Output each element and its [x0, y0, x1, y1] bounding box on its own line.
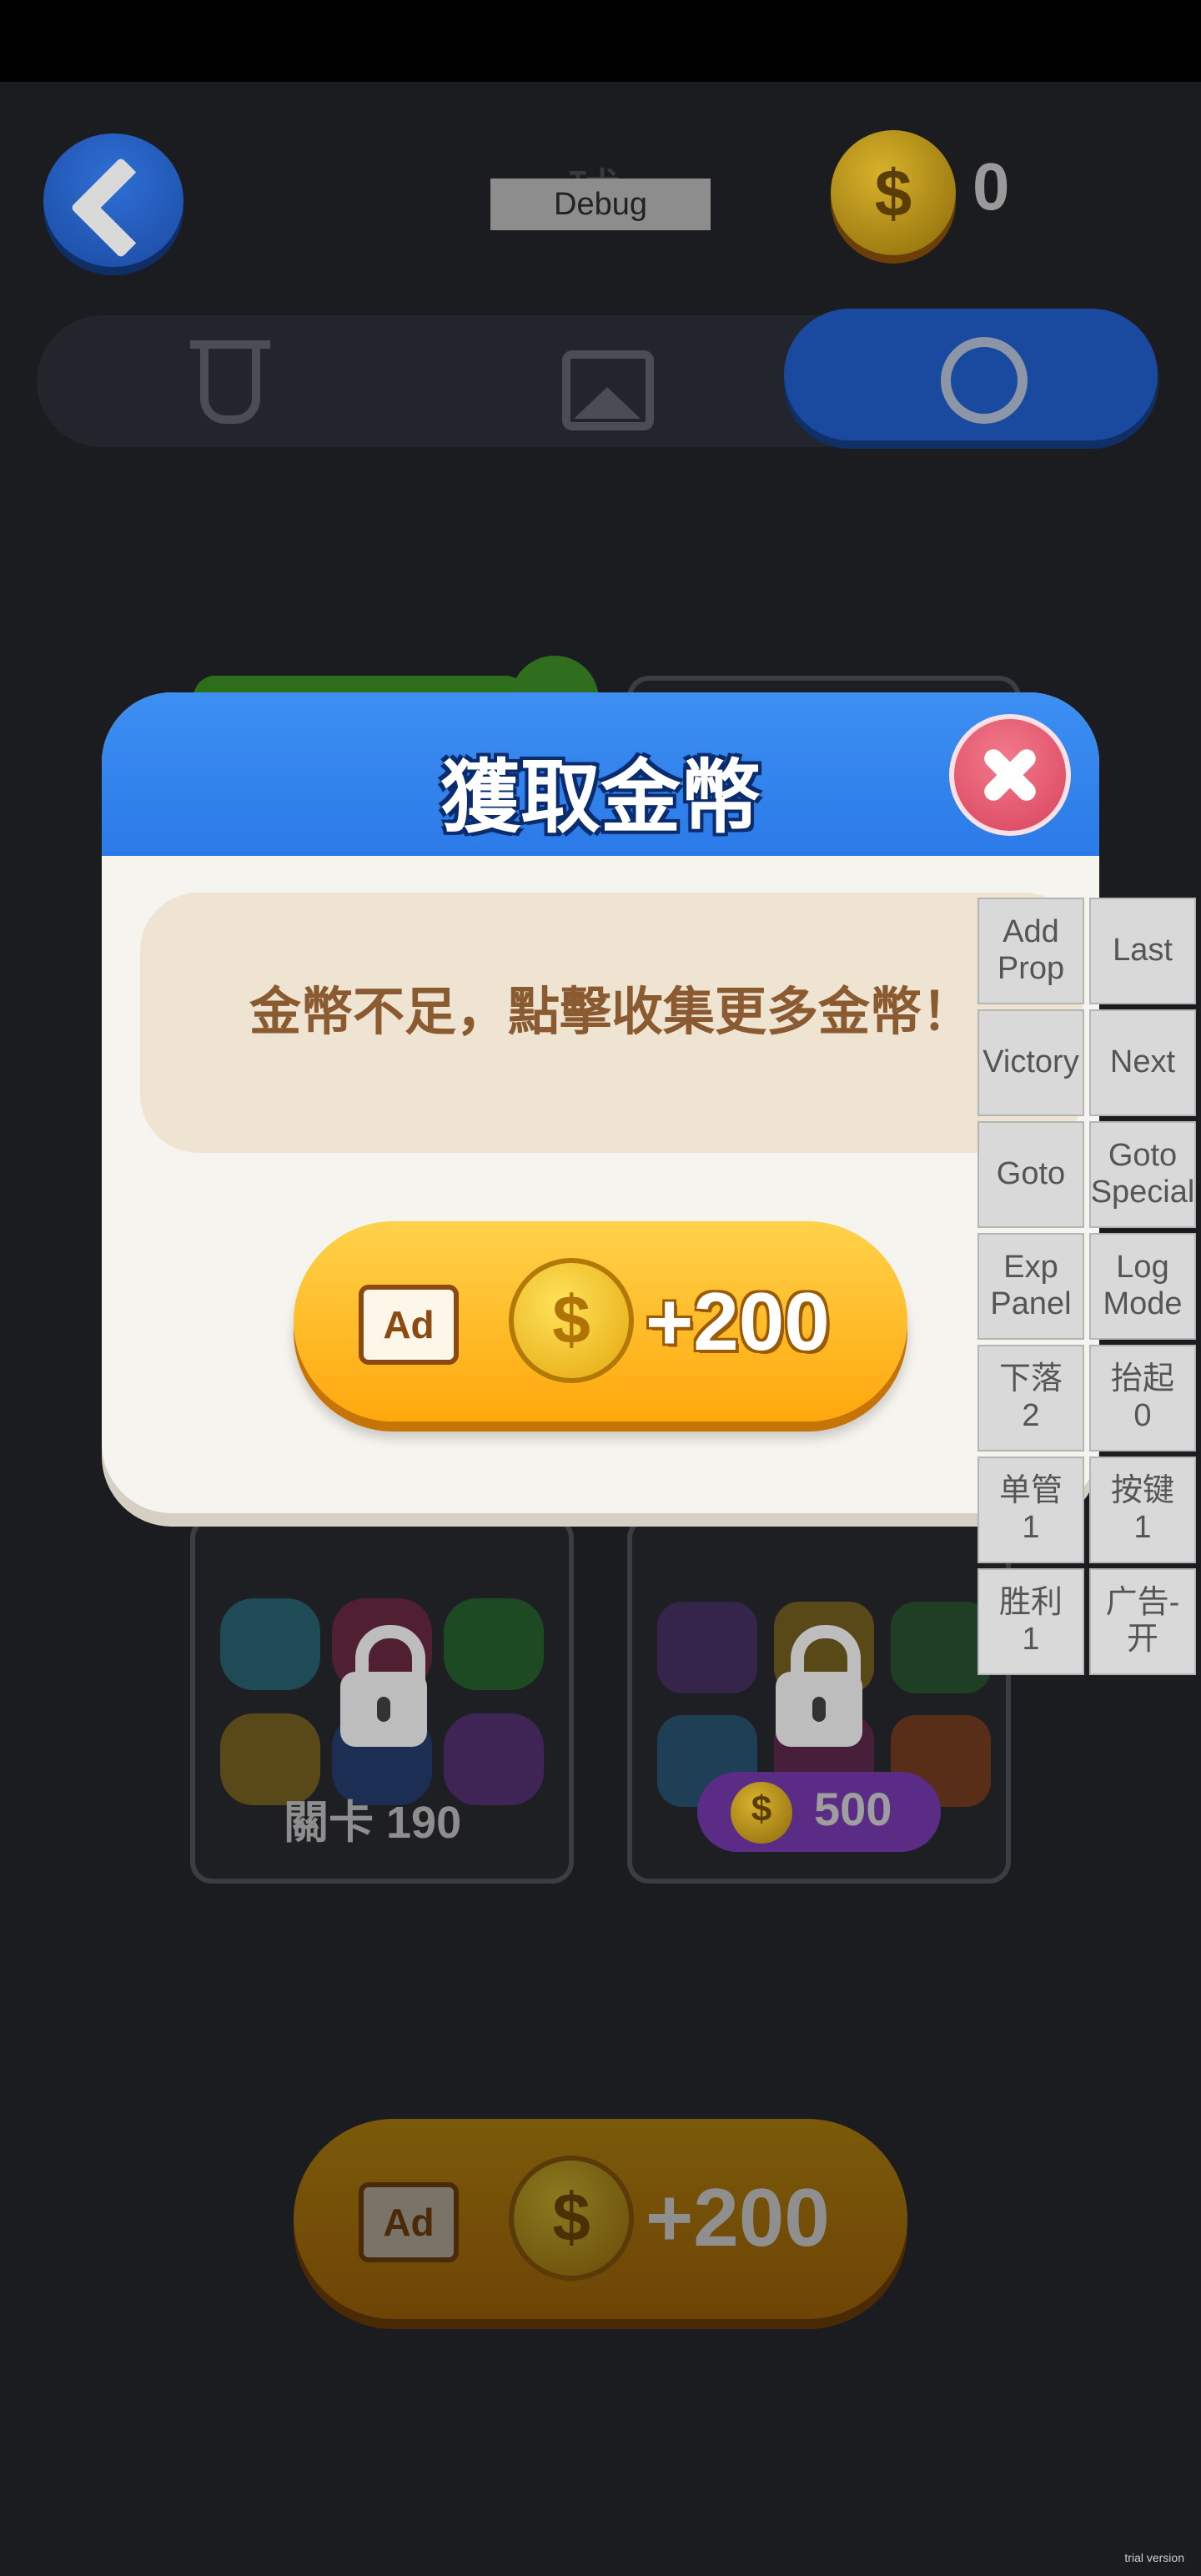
- debug-label[interactable]: Debug: [490, 179, 711, 230]
- back-button[interactable]: [43, 133, 183, 267]
- debug-last-button[interactable]: Last: [1089, 898, 1196, 1004]
- price-label: 500: [814, 1783, 892, 1835]
- debug-exp-panel-button[interactable]: Exp Panel: [977, 1233, 1084, 1340]
- close-icon[interactable]: [949, 714, 1071, 836]
- coin-count: 0: [972, 149, 1010, 224]
- ad-badge: Ad: [359, 2182, 459, 2262]
- debug-goto-special-button[interactable]: Goto Special: [1089, 1121, 1196, 1228]
- debug-log-mode-button[interactable]: Log Mode: [1089, 1233, 1196, 1340]
- debug-next-button[interactable]: Next: [1089, 1009, 1196, 1116]
- coin-icon: $: [509, 2156, 634, 2281]
- debug-single-tube-button[interactable]: 单管 1: [977, 1457, 1084, 1563]
- chevron-left-icon: [70, 157, 172, 259]
- ad-badge: Ad: [359, 1285, 459, 1365]
- test-tube-icon[interactable]: [190, 340, 270, 424]
- debug-key-button[interactable]: 按键 1: [1089, 1457, 1196, 1563]
- square-gem-icon: [657, 1602, 757, 1693]
- ad-reward-amount: +200: [646, 1275, 830, 1367]
- ad-reward-amount: +200: [646, 2171, 830, 2263]
- lock-icon: [340, 1625, 427, 1747]
- status-bar: [0, 0, 1201, 82]
- debug-win-button[interactable]: 胜利 1: [977, 1568, 1084, 1675]
- square-gem-icon: [891, 1602, 991, 1693]
- ball-icon[interactable]: [941, 337, 1028, 424]
- debug-ad-toggle-button[interactable]: 广告-开: [1089, 1568, 1196, 1675]
- image-icon[interactable]: [562, 350, 654, 430]
- debug-drop-button[interactable]: 下落 2: [977, 1345, 1084, 1452]
- coin-icon: $: [509, 1258, 634, 1383]
- watermark: trial version: [1124, 2551, 1184, 2564]
- coin-icon: $: [731, 1782, 792, 1844]
- coin-icon: $: [831, 130, 956, 255]
- debug-add-prop-button[interactable]: Add Prop: [977, 898, 1084, 1004]
- level-label: 關卡 190: [284, 1798, 462, 1848]
- debug-goto-button[interactable]: Goto: [977, 1121, 1084, 1228]
- modal-title: 獲取金幣: [440, 751, 761, 844]
- modal-message: 金幣不足，點擊收集更多金幣！: [249, 981, 973, 1042]
- heart-gem-icon: [220, 1598, 320, 1690]
- lock-icon: [776, 1625, 862, 1747]
- debug-lift-button[interactable]: 抬起 0: [1089, 1345, 1196, 1452]
- debug-victory-button[interactable]: Victory: [977, 1009, 1084, 1116]
- heart-gem-icon: [444, 1598, 544, 1690]
